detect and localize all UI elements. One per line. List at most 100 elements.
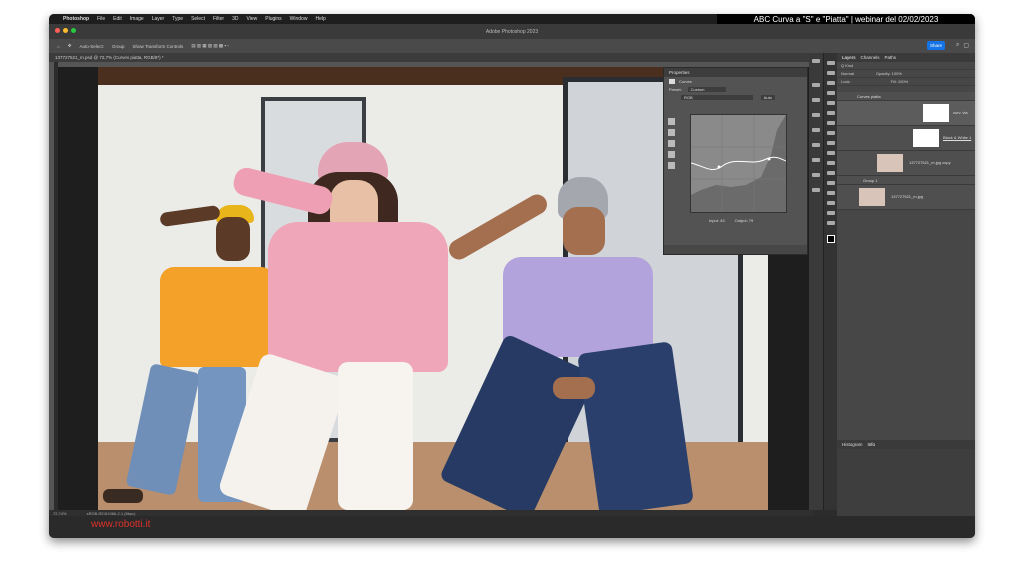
align-icons[interactable]: ▤ ▥ ▦ ▧ ▨ ▩ ▪ ▫ (191, 43, 228, 49)
menu-app[interactable]: Photoshop (63, 16, 89, 22)
healing-icon[interactable] (827, 111, 835, 115)
lasso-icon[interactable] (827, 81, 835, 85)
menu-plugins[interactable]: Plugins (265, 16, 281, 22)
tab-info[interactable]: Info (868, 442, 876, 447)
gradient-icon[interactable] (827, 151, 835, 155)
move-tool-icon[interactable]: ✥ (68, 43, 72, 49)
preset-dropdown[interactable]: Custom (687, 86, 727, 92)
eyedropper-icon[interactable] (668, 118, 675, 125)
zoom-level[interactable]: 72,74% (53, 511, 67, 516)
text-icon[interactable] (827, 181, 835, 185)
menu-file[interactable]: File (97, 16, 105, 22)
stamp-icon[interactable] (827, 131, 835, 135)
tab-layers[interactable]: Layers (842, 55, 856, 60)
maximize-icon[interactable] (71, 28, 76, 33)
blend-mode-dropdown[interactable]: Normal (841, 71, 854, 76)
color-swatch-icon[interactable] (827, 235, 835, 243)
menu-select[interactable]: Select (191, 16, 205, 22)
document-tab[interactable]: 137727521_m.psd @ 72,7% (Curves piatta, … (49, 53, 815, 62)
layer-thumb (877, 154, 903, 172)
curves-icon (669, 78, 675, 84)
search-icon[interactable]: ⌕ (956, 42, 959, 49)
layer-name: Group 1 (863, 178, 878, 183)
eyedropper-icon[interactable] (668, 140, 675, 147)
auto-button[interactable]: Auto (760, 94, 775, 100)
menu-type[interactable]: Type (172, 16, 183, 22)
info-panel: Histogram Info (837, 440, 975, 516)
layer-curves-group[interactable]: Curves piatta (837, 92, 975, 101)
layer-bw[interactable]: Black & White 1 (837, 126, 975, 151)
opacity-field[interactable]: Opacity: 100% (876, 71, 902, 76)
pencil-icon[interactable] (668, 162, 675, 169)
history-icon[interactable] (812, 173, 820, 177)
bottom-strip (49, 516, 975, 538)
paragraph-icon[interactable] (812, 158, 820, 162)
eyedropper-icon[interactable] (827, 101, 835, 105)
menu-layer[interactable]: Layer (152, 16, 165, 22)
menu-3d[interactable]: 3D (232, 16, 238, 22)
curves-header: Curves (664, 77, 807, 85)
tab-histogram[interactable]: Histogram (842, 442, 863, 447)
actions-icon[interactable] (812, 188, 820, 192)
play-icon[interactable] (812, 59, 820, 63)
dodge-icon[interactable] (827, 161, 835, 165)
brush-icon[interactable] (827, 121, 835, 125)
close-icon[interactable] (55, 28, 60, 33)
layer-kind-filter[interactable]: Q Kind (841, 63, 853, 68)
workspace-icon[interactable]: ▢ (963, 42, 969, 49)
menu-view[interactable]: View (247, 16, 258, 22)
layer-filter-row[interactable]: Q Kind (837, 62, 975, 70)
marquee-icon[interactable] (827, 71, 835, 75)
transform-controls-checkbox[interactable]: Show Transform Controls (133, 44, 184, 49)
curves-graph[interactable] (690, 114, 787, 213)
brush-icon[interactable] (812, 98, 820, 102)
share-button[interactable]: Share (927, 41, 945, 50)
eraser-icon[interactable] (827, 141, 835, 145)
layer-curves[interactable]: curv..via (837, 101, 975, 126)
minimize-icon[interactable] (63, 28, 68, 33)
blend-row[interactable]: Normal Opacity: 100% (837, 70, 975, 78)
option-icons: ⌕ ▢ (956, 42, 969, 49)
crop-icon[interactable] (827, 91, 835, 95)
window-controls (55, 28, 76, 33)
layer-name: Black & White 1 (943, 135, 972, 140)
layer-base[interactable]: 137727521_m.jpg (837, 185, 975, 210)
styles-icon[interactable] (812, 128, 820, 132)
lock-row[interactable]: Lock: Fill: 100% (837, 78, 975, 86)
menu-help[interactable]: Help (315, 16, 325, 22)
menu-filter[interactable]: Filter (213, 16, 224, 22)
layer-group[interactable]: Group 1 (837, 176, 975, 185)
webinar-banner: ABC Curva a "S" e "Piatta" | webinar del… (717, 14, 975, 24)
path-select-icon[interactable] (827, 191, 835, 195)
menu-edit[interactable]: Edit (113, 16, 122, 22)
hand-icon[interactable] (827, 211, 835, 215)
fill-field[interactable]: Fill: 100% (891, 79, 909, 84)
tab-paths[interactable]: Paths (885, 55, 897, 60)
auto-select-label[interactable]: Auto-Select: (80, 44, 105, 49)
output-value: Output: 79 (734, 217, 754, 223)
shape-icon[interactable] (827, 201, 835, 205)
layer-name: 137727521_m.jpg (891, 194, 924, 199)
preset-label: Preset: (669, 86, 682, 92)
layer-copy[interactable]: 137727521_m.jpg copy (837, 151, 975, 176)
preset-row[interactable]: Preset: Custom (664, 85, 807, 93)
zoom-icon[interactable] (827, 221, 835, 225)
input-output-row: Input: 43 Output: 79 (704, 216, 753, 224)
menu-window[interactable]: Window (290, 16, 308, 22)
channel-dropdown[interactable]: RGB (681, 94, 753, 100)
move-icon[interactable] (827, 61, 835, 65)
pen-icon[interactable] (827, 171, 835, 175)
menu-image[interactable]: Image (130, 16, 144, 22)
home-icon[interactable]: ⌂ (57, 44, 60, 49)
swatches-icon[interactable] (812, 113, 820, 117)
layer-name: Curves piatta (857, 94, 881, 99)
eyedropper-icon[interactable] (668, 129, 675, 136)
tab-channels[interactable]: Channels (861, 55, 880, 60)
auto-select-dropdown[interactable]: Group (112, 44, 125, 49)
curve-point-icon[interactable] (668, 151, 675, 158)
adjustments-icon[interactable] (812, 83, 820, 87)
canvas-area[interactable]: Properties Curves Preset: Custom RGB Aut… (58, 67, 809, 510)
layer-name: 137727521_m.jpg copy (909, 160, 951, 165)
type-icon[interactable] (812, 143, 820, 147)
channel-row[interactable]: RGB Auto (664, 93, 807, 101)
